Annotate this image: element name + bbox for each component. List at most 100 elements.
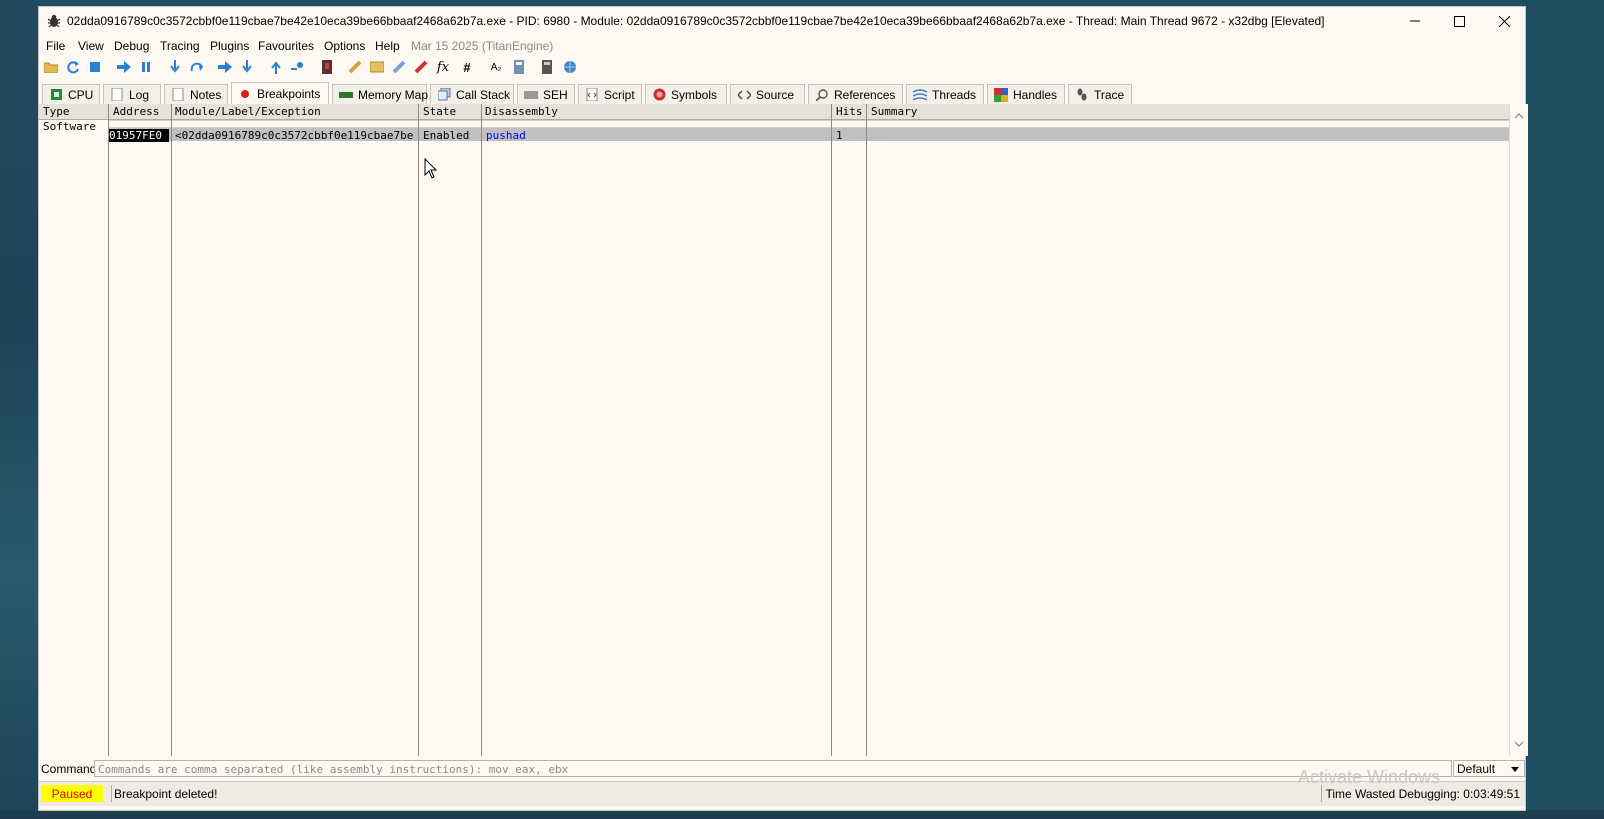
table-row[interactable]: 01957FE0 <02dda0916789c0c3572cbbf0e119cb… (109, 128, 1509, 142)
column-header-state[interactable]: State (423, 105, 456, 118)
bookmark-icon[interactable] (413, 59, 429, 75)
symbols-icon (652, 88, 666, 102)
open-icon[interactable] (43, 59, 59, 75)
tab-seh[interactable]: SEH (517, 84, 575, 104)
cpu-icon (49, 88, 63, 102)
debug-state-badge: Paused (41, 785, 103, 802)
menu-debug[interactable]: Debug (114, 39, 149, 53)
close-button[interactable] (1481, 7, 1527, 35)
column-header-hits[interactable]: Hits (836, 105, 863, 118)
desktop-background (0, 0, 38, 819)
comment-icon[interactable] (369, 59, 385, 75)
handles-icon (994, 87, 1008, 102)
tab-label: Log (129, 87, 150, 102)
tab-notes[interactable]: Notes (164, 84, 228, 104)
tab-label: Notes (190, 87, 222, 102)
window-title: 02dda0916789c0c3572cbbf0e119cbae7be42e10… (67, 14, 1325, 28)
tab-threads[interactable]: Threads (906, 84, 984, 104)
memory-map-icon (339, 88, 353, 102)
label-icon[interactable] (391, 59, 407, 75)
cell-state: Enabled (423, 129, 470, 142)
hash-icon[interactable]: # (459, 59, 475, 75)
tab-log[interactable]: Log (103, 84, 161, 104)
column-header-type[interactable]: Type (43, 105, 70, 118)
tab-bar: CPU Log Notes Breakpoints Memory Map Cal… (39, 82, 1525, 105)
menu-help[interactable]: Help (375, 39, 400, 53)
column-divider[interactable] (108, 104, 109, 756)
execute-till-return-icon[interactable] (268, 59, 284, 75)
patch-icon[interactable] (347, 59, 363, 75)
tab-source[interactable]: Source (730, 84, 805, 104)
menu-favourites[interactable]: Favourites (258, 39, 314, 53)
column-header-module[interactable]: Module/Label/Exception (175, 105, 321, 118)
tab-label: Script (604, 87, 635, 102)
strings-icon[interactable]: A₂ (488, 59, 504, 75)
threads-icon (913, 88, 927, 102)
cell-address: 01957FE0 (109, 129, 169, 142)
menu-file[interactable]: File (46, 39, 65, 53)
scylla-icon[interactable] (319, 59, 335, 75)
vertical-scrollbar[interactable] (1509, 104, 1528, 756)
tab-trace[interactable]: Trace (1068, 84, 1132, 104)
log-icon (110, 88, 124, 102)
globe-icon[interactable] (562, 59, 578, 75)
column-divider[interactable] (866, 104, 867, 756)
tab-references[interactable]: References (808, 84, 903, 104)
trace-over-icon[interactable] (239, 59, 255, 75)
run-icon[interactable] (116, 59, 132, 75)
column-divider[interactable] (171, 104, 172, 756)
build-date: Mar 15 2025 (TitanEngine) (411, 39, 554, 53)
step-over-icon[interactable] (189, 59, 205, 75)
tab-handles[interactable]: Handles (987, 84, 1065, 104)
references-icon (815, 88, 829, 102)
trace-into-icon[interactable] (217, 59, 233, 75)
close-icon (1498, 15, 1510, 27)
column-header-address[interactable]: Address (113, 105, 159, 118)
maximize-icon (1453, 15, 1465, 27)
menu-tracing[interactable]: Tracing (160, 39, 200, 53)
function-icon[interactable]: fx (435, 59, 451, 75)
command-input[interactable]: Commands are comma separated (like assem… (94, 760, 1452, 777)
column-divider[interactable] (481, 104, 482, 756)
restart-icon[interactable] (65, 59, 81, 75)
title-bar[interactable]: 02dda0916789c0c3572cbbf0e119cbae7be42e10… (39, 7, 1525, 35)
tab-memory-map[interactable]: Memory Map (332, 84, 428, 104)
tab-label: Source (756, 87, 795, 102)
minimize-button[interactable] (1392, 7, 1438, 35)
run-to-user-code-icon[interactable] (290, 59, 306, 75)
mouse-cursor-icon (424, 158, 438, 179)
call-stack-icon (437, 88, 451, 102)
pause-icon[interactable] (138, 59, 154, 75)
cell-hits: 1 (836, 129, 843, 142)
group-separator (109, 120, 1509, 128)
command-mode-select[interactable]: Default (1453, 760, 1525, 777)
activate-windows-watermark: Activate Windows (1298, 767, 1441, 787)
column-divider[interactable] (831, 104, 832, 756)
calculator-icon[interactable] (539, 59, 555, 75)
tab-label: CPU (68, 87, 94, 102)
seh-icon (524, 88, 538, 102)
tab-cpu[interactable]: CPU (42, 84, 100, 104)
cell-disassembly: pushad (486, 129, 526, 142)
tab-label: Symbols (671, 87, 718, 102)
calls-icon[interactable] (511, 59, 527, 75)
menu-plugins[interactable]: Plugins (210, 39, 249, 53)
command-mode-value: Default (1457, 762, 1496, 776)
tab-breakpoints[interactable]: Breakpoints (231, 82, 329, 105)
source-icon (737, 88, 751, 102)
breakpoints-table[interactable]: Type Address Module/Label/Exception Stat… (39, 104, 1509, 756)
tab-call-stack[interactable]: Call Stack (430, 84, 514, 104)
tab-label: SEH (543, 87, 568, 102)
tab-label: Breakpoints (257, 87, 321, 101)
column-header-disassembly[interactable]: Disassembly (485, 105, 558, 118)
column-divider[interactable] (418, 104, 419, 756)
menu-view[interactable]: View (78, 39, 104, 53)
column-header-summary[interactable]: Summary (871, 105, 917, 118)
stop-icon[interactable] (87, 59, 103, 75)
menu-options[interactable]: Options (324, 39, 365, 53)
tab-script[interactable]: Script (578, 84, 642, 104)
step-into-icon[interactable] (167, 59, 183, 75)
cell-module: <02dda0916789c0c3572cbbf0e119cbae7be (175, 129, 414, 142)
tab-symbols[interactable]: Symbols (645, 84, 727, 104)
maximize-button[interactable] (1436, 7, 1482, 35)
